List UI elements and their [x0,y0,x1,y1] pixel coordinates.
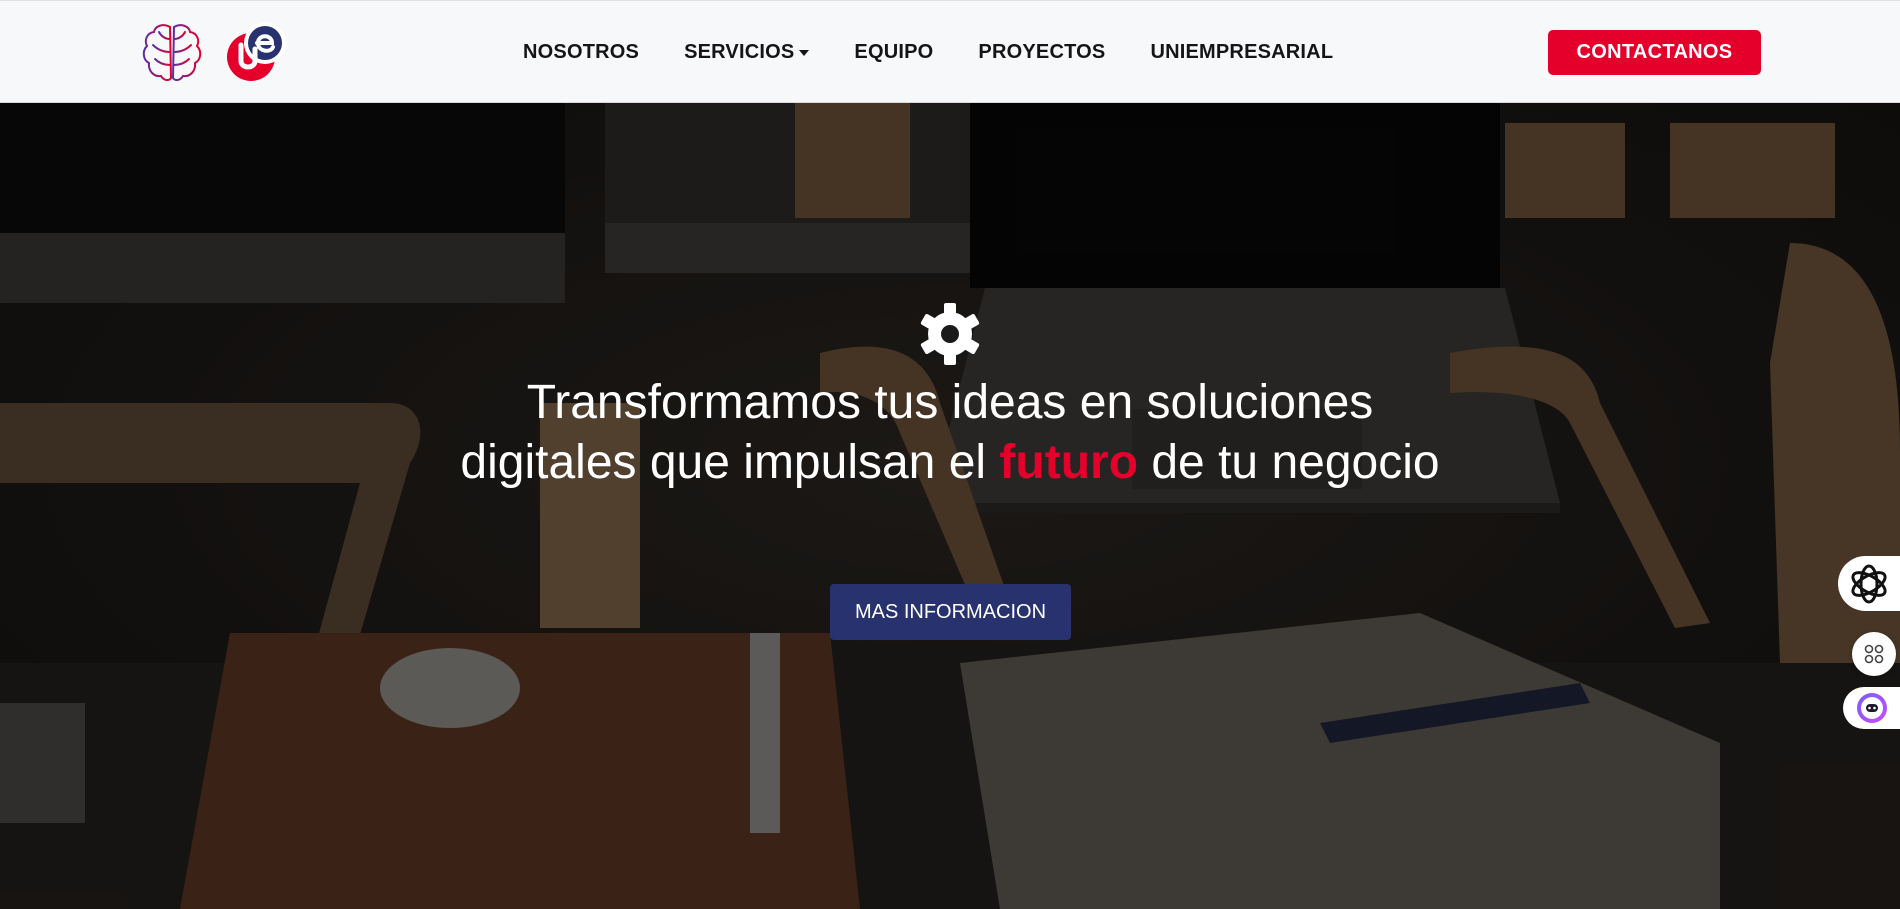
nav-label-equipo: EQUIPO [854,41,934,63]
nav-label-uniempresarial: UNIEMPRESARIAL [1150,41,1334,63]
nav-link-uniempresarial[interactable]: UNIEMPRESARIAL [1150,41,1333,64]
gear-icon [920,303,980,365]
bot-face-icon [1856,693,1887,723]
hero-overlay [0,103,1900,909]
nav-link-equipo[interactable]: EQUIPO [854,41,933,64]
nav-label-nosotros: NOSOTROS [523,41,640,63]
nav-link-nosotros[interactable]: NOSOTROS [523,41,639,64]
nav-label-servicios: SERVICIOS [684,41,795,63]
ue-logo[interactable] [223,19,289,85]
hero-title-highlight: futuro [999,436,1139,489]
caret-down-icon [799,49,810,56]
assistant-widget[interactable] [1843,687,1900,729]
hero-title-text-end: de tu negocio [1138,436,1440,489]
openai-widget[interactable] [1838,556,1900,611]
hero-title: Transformamos tus ideas en soluciones di… [450,373,1450,493]
navbar: NOSOTROS SERVICIOS EQUIPO PROYECTOS UNIE… [0,0,1900,103]
nav-label-proyectos: PROYECTOS [978,41,1106,63]
contact-button[interactable]: CONTACTANOS [1548,30,1761,75]
apps-grid-icon [1864,644,1884,664]
apps-widget[interactable] [1852,632,1896,676]
nav-link-servicios[interactable]: SERVICIOS [684,41,810,64]
more-info-button[interactable]: MAS INFORMACION [830,584,1071,640]
hero-section: Transformamos tus ideas en soluciones di… [0,103,1900,909]
brain-logo[interactable] [139,19,205,85]
nav-link-proyectos[interactable]: PROYECTOS [978,41,1105,64]
openai-icon [1851,564,1887,603]
main-nav: NOSOTROS SERVICIOS EQUIPO PROYECTOS UNIE… [523,1,1378,104]
